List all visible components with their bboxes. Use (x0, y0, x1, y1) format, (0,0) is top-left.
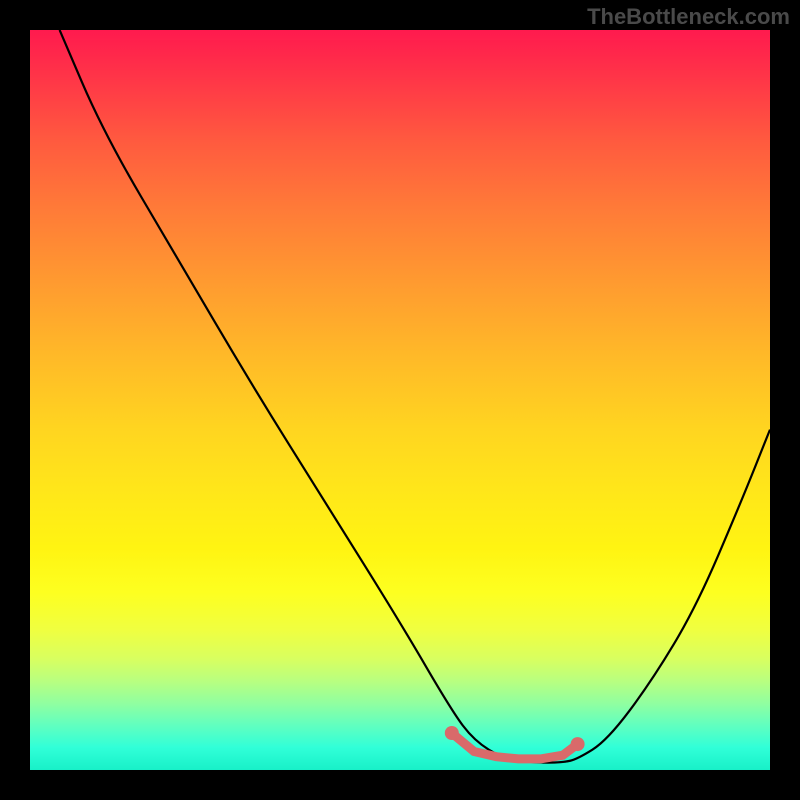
plot-area (30, 30, 770, 770)
marker-line (452, 733, 578, 759)
curve-svg (30, 30, 770, 770)
watermark-text: TheBottleneck.com (587, 4, 790, 30)
bottleneck-curve (60, 30, 770, 763)
marker-dot (445, 726, 459, 740)
chart-container: TheBottleneck.com (0, 0, 800, 800)
marker-dot (571, 737, 585, 751)
